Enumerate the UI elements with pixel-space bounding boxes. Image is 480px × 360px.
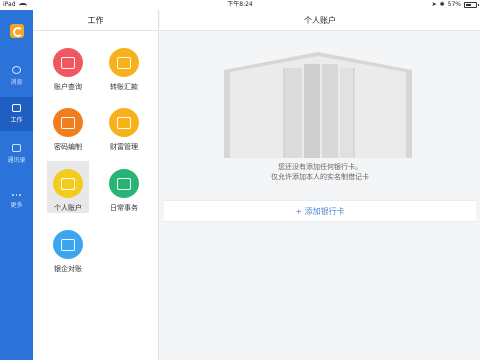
work-panel: 工作 账户查询 转账汇款 密码编制 财富管理 个人账户 日常事务 银企对账	[33, 10, 159, 360]
nav-item-contacts[interactable]: 通讯录	[0, 137, 33, 171]
contacts-icon	[12, 144, 21, 152]
grid-item-transfer[interactable]: 转账汇款	[103, 40, 145, 92]
nav-item-label: 消息	[10, 79, 23, 86]
content-title: 个人账户	[160, 10, 480, 31]
grid-item-reconcile[interactable]: 银企对账	[47, 222, 89, 274]
grid-item-password[interactable]: 密码编制	[47, 100, 89, 152]
work-panel-title: 工作	[33, 10, 158, 31]
grid-item-daily-affairs[interactable]: 日常事务	[103, 161, 145, 213]
grid-item-label: 转账汇款	[110, 83, 138, 91]
grid-item-label: 日常事务	[110, 204, 138, 212]
status-right: ➤ ✱ 57%	[431, 0, 479, 10]
left-nav: 消息 工作 通讯录 更多	[0, 10, 33, 360]
status-time: 下午8:24	[227, 1, 253, 8]
nav-item-label: 更多	[10, 201, 23, 209]
app-logo-icon	[10, 24, 24, 38]
add-bank-card-button[interactable]: + 添加银行卡	[164, 200, 476, 222]
card-icon	[53, 169, 83, 198]
battery-fill	[466, 4, 472, 6]
grid-item-label: 财富管理	[110, 143, 138, 151]
reconcile-icon	[53, 230, 83, 259]
transfer-icon	[109, 48, 139, 77]
bluetooth-icon: ✱	[439, 1, 445, 8]
empty-message-line1: 您还没有添加任何银行卡。	[278, 163, 362, 171]
grid-item-label: 个人账户	[54, 204, 82, 212]
lock-icon	[53, 108, 83, 137]
nav-item-label: 通讯录	[7, 157, 26, 164]
nav-item-more[interactable]: 更多	[0, 184, 33, 218]
nav-item-work[interactable]: 工作	[0, 97, 33, 131]
battery-percent: 57%	[447, 1, 461, 8]
nav-item-messages[interactable]: 消息	[0, 59, 33, 93]
grid-item-label: 密码编制	[54, 143, 82, 151]
more-icon	[12, 194, 22, 197]
wallet-icon	[109, 108, 139, 137]
work-icon	[12, 104, 21, 112]
empty-message-line2: 仅允许添加本人的实名制借记卡	[271, 173, 369, 181]
grid-item-account-query[interactable]: 账户查询	[47, 40, 89, 92]
grid-item-wealth[interactable]: 财富管理	[103, 100, 145, 152]
content-area: 个人账户 您还没有添加任何银行卡。 仅允许添加本人的实名制借记卡 + 添加银行卡	[160, 10, 480, 360]
status-bar: iPad 下午8:24 ➤ ✱ 57%	[0, 0, 480, 10]
battery-icon	[464, 2, 479, 8]
grid-item-label: 账户查询	[54, 83, 82, 91]
nav-item-label: 工作	[10, 117, 23, 124]
document-icon	[109, 169, 139, 198]
chat-icon	[12, 66, 21, 74]
location-icon: ➤	[431, 1, 437, 8]
empty-wallet-illustration	[222, 52, 414, 168]
account-query-icon	[53, 48, 83, 77]
grid-item-personal-account[interactable]: 个人账户	[47, 161, 89, 213]
grid-item-label: 银企对账	[54, 265, 82, 273]
